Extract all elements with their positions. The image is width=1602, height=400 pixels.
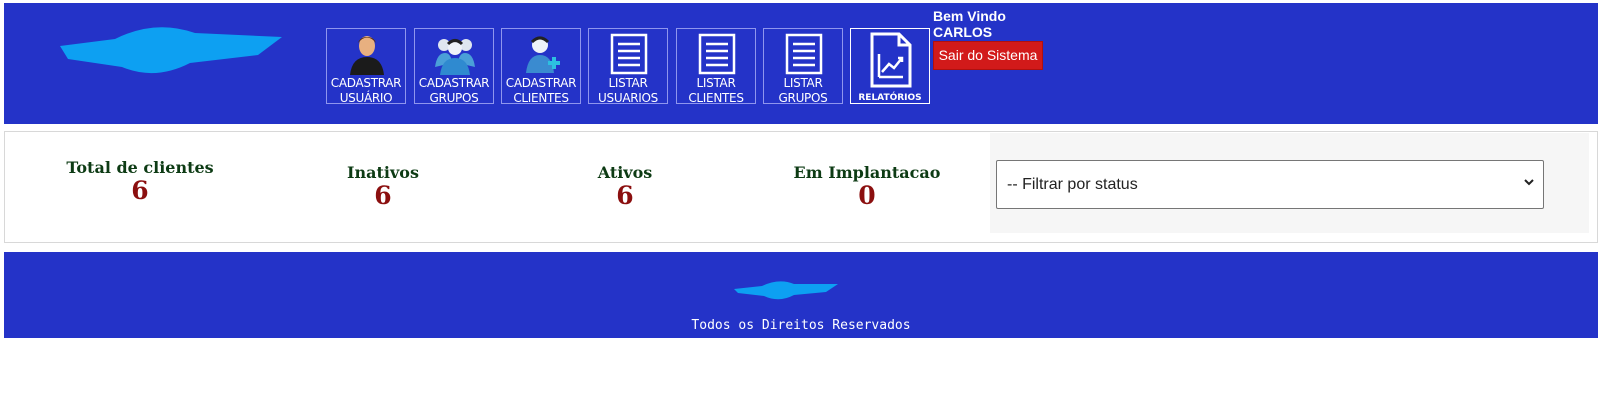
stat-value: 6 [131,176,149,205]
list-document-icon [698,33,736,75]
chevron-down-icon [1524,179,1534,186]
stat-value: 6 [374,181,392,210]
footer-logo-icon [734,281,838,300]
nav-label: LISTAR GRUPOS [778,76,828,105]
nav-listar-clientes-button[interactable]: LISTAR CLIENTES [676,28,756,105]
stat-value: 0 [858,181,876,210]
nav-cadastrar-usuario-button[interactable]: CADASTRAR USUÁRIO [326,28,406,105]
logout-button[interactable]: Sair do Sistema [933,41,1043,70]
stat-inativos: Inativos 6 [273,163,493,210]
stat-ativos: Ativos 6 [515,163,735,210]
nav-label: RELATÓRIOS [858,93,922,103]
nav-label: CADASTRAR USUÁRIO [330,76,402,105]
nav-listar-usuarios-button[interactable]: LISTAR USUARIOS [588,28,668,105]
logo-blob-icon [60,27,282,74]
nav-label: LISTAR CLIENTES [688,76,744,105]
nav-label: LISTAR USUARIOS [598,76,658,105]
stat-value: 6 [616,181,634,210]
list-document-icon [610,33,648,75]
nav-label: CADASTRAR GRUPOS [418,76,490,105]
welcome-text: Bem Vindo [933,8,1006,24]
group-icon [435,39,475,75]
nav-relatorios-button[interactable]: RELATÓRIOS [850,28,930,104]
user-icon [350,36,384,75]
nav-cadastrar-clientes-button[interactable]: CADASTRAR CLIENTES [501,28,581,105]
welcome-block: Bem Vindo CARLOS [933,8,1006,40]
header-bar: CADASTRAR USUÁRIO CADASTRAR GRUPOS CADAS… [4,3,1598,124]
add-client-icon [526,36,560,73]
nav-listar-grupos-button[interactable]: LISTAR GRUPOS [763,28,843,105]
status-filter-select[interactable]: -- Filtrar por status [996,160,1544,209]
user-name: CARLOS [933,24,993,40]
stat-total-clientes: Total de clientes 6 [30,158,250,205]
stat-label: Total de clientes [66,158,214,177]
stat-label: Em Implantacao [793,163,941,182]
list-document-icon [785,33,823,75]
nav-cadastrar-grupos-button[interactable]: CADASTRAR GRUPOS [414,28,494,105]
stat-label: Inativos [347,163,419,182]
report-chart-icon [870,32,912,88]
stat-em-implantacao: Em Implantacao 0 [757,163,977,210]
nav-label: CADASTRAR CLIENTES [505,76,577,105]
stat-label: Ativos [597,163,653,182]
stats-summary: Total de clientes 6 Inativos 6 Ativos 6 … [18,133,990,233]
filter-selected-value: -- Filtrar por status [1007,176,1138,193]
footer-copyright: Todos os Direitos Reservados [691,318,911,333]
footer-bar: Todos os Direitos Reservados [4,252,1598,338]
